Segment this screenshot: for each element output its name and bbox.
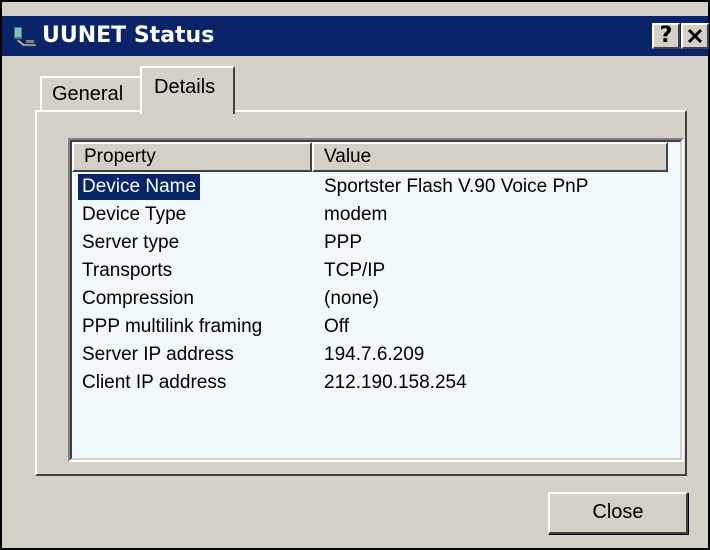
tab-details[interactable]: Details <box>140 66 235 114</box>
close-icon <box>687 28 703 44</box>
property-cell: PPP multilink framing <box>82 316 263 337</box>
value-cell: PPP <box>324 232 363 253</box>
column-header-property[interactable]: Property <box>72 142 312 172</box>
value-cell: Off <box>324 316 349 337</box>
tab-general[interactable]: General <box>40 76 142 110</box>
column-header-value[interactable]: Value <box>312 142 668 172</box>
property-cell: Device Name <box>78 174 201 200</box>
help-button[interactable]: ? <box>652 23 680 49</box>
list-item[interactable]: Transports TCP/IP <box>72 258 680 286</box>
property-cell: Compression <box>82 288 194 309</box>
value-cell: Sportster Flash V.90 Voice PnP <box>324 176 589 197</box>
property-cell: Server IP address <box>82 344 234 365</box>
list-item[interactable]: Server type PPP <box>72 230 680 258</box>
list-item[interactable]: PPP multilink framing Off <box>72 314 680 342</box>
window-title: UUNET Status <box>42 23 215 48</box>
value-cell: (none) <box>324 288 379 309</box>
value-cell: TCP/IP <box>324 260 386 281</box>
list-item[interactable]: Device Name Sportster Flash V.90 Voice Pn… <box>72 174 680 202</box>
property-cell: Server type <box>82 232 180 253</box>
close-button[interactable]: Close <box>548 492 688 534</box>
list-header: Property Value <box>72 142 680 172</box>
value-cell: 212.190.158.254 <box>324 372 467 393</box>
title-bar[interactable]: UUNET Status ? <box>2 16 709 56</box>
property-cell: Device Type <box>82 204 187 225</box>
list-rows: Device Name Sportster Flash V.90 Voice Pn… <box>72 174 680 398</box>
list-item[interactable]: Server IP address 194.7.6.209 <box>72 342 680 370</box>
value-cell: modem <box>324 204 388 225</box>
property-cell: Transports <box>82 260 173 281</box>
value-cell: 194.7.6.209 <box>324 344 425 365</box>
close-window-button[interactable] <box>681 23 709 49</box>
property-cell: Client IP address <box>82 372 227 393</box>
list-item[interactable]: Client IP address 212.190.158.254 <box>72 370 680 398</box>
list-item[interactable]: Device Type modem <box>72 202 680 230</box>
network-connection-icon <box>14 27 37 47</box>
list-item[interactable]: Compression (none) <box>72 286 680 314</box>
details-list[interactable]: Property Value Device Name Sportster Flas… <box>68 138 684 462</box>
